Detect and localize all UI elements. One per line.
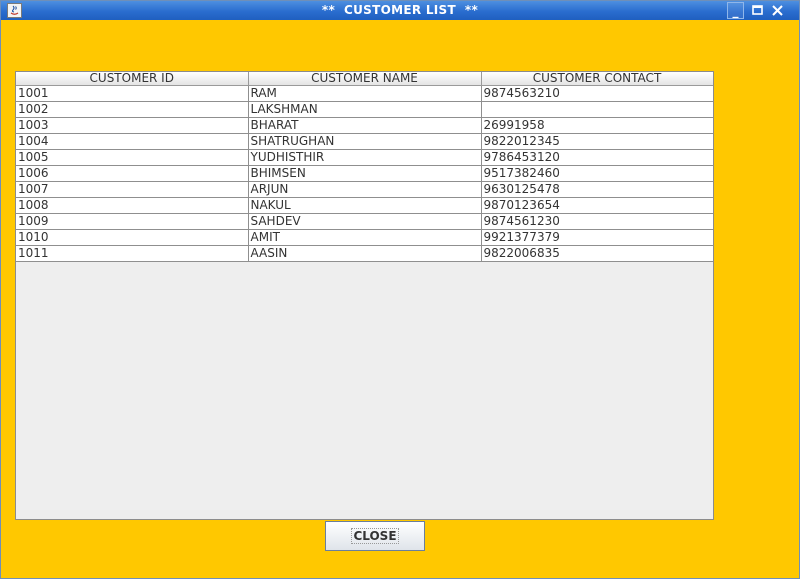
cell-customer-contact[interactable]: 9874561230 (481, 213, 713, 230)
cell-customer-id[interactable]: 1005 (16, 149, 249, 166)
cell-customer-name[interactable]: ARJUN (248, 181, 482, 198)
title-bar[interactable]: ** CUSTOMER LIST ** _ (1, 1, 799, 20)
cell-customer-name[interactable]: BHIMSEN (248, 165, 482, 182)
table-row[interactable]: 1008 NAKUL 9870123654 (16, 197, 713, 214)
table-row[interactable]: 1003 BHARAT 26991958 (16, 117, 713, 134)
cell-customer-id[interactable]: 1007 (16, 181, 249, 198)
minimize-icon[interactable]: _ (727, 2, 744, 19)
cell-customer-contact[interactable]: 9874563210 (481, 85, 713, 102)
cell-customer-name[interactable]: LAKSHMAN (248, 101, 482, 118)
cell-customer-name[interactable]: AASIN (248, 245, 482, 262)
cell-customer-name[interactable]: RAM (248, 85, 482, 102)
cell-customer-id[interactable]: 1004 (16, 133, 249, 150)
table-row[interactable]: 1006 BHIMSEN 9517382460 (16, 165, 713, 182)
table-row[interactable]: 1007 ARJUN 9630125478 (16, 181, 713, 198)
table-row[interactable]: 1010 AMIT 9921377379 (16, 229, 713, 246)
cell-customer-name[interactable]: BHARAT (248, 117, 482, 134)
maximize-square-icon (752, 5, 763, 15)
maximize-icon[interactable] (749, 2, 766, 19)
table-row[interactable]: 1002 LAKSHMAN (16, 101, 713, 118)
table-row[interactable]: 1005 YUDHISTHIR 9786453120 (16, 149, 713, 166)
cell-customer-id[interactable]: 1011 (16, 245, 249, 262)
cell-customer-contact[interactable]: 9870123654 (481, 197, 713, 214)
window-title: ** CUSTOMER LIST ** (321, 3, 479, 17)
cell-customer-id[interactable]: 1003 (16, 117, 249, 134)
customer-list-window: ** CUSTOMER LIST ** _ CUSTOMER ID CUSTOM… (0, 0, 800, 579)
customer-table-scrollpane[interactable]: CUSTOMER ID CUSTOMER NAME CUSTOMER CONTA… (15, 71, 714, 520)
table-row[interactable]: 1001 RAM 9874563210 (16, 85, 713, 102)
table-row[interactable]: 1004 SHATRUGHAN 9822012345 (16, 133, 713, 150)
cell-customer-name[interactable]: NAKUL (248, 197, 482, 214)
cell-customer-id[interactable]: 1010 (16, 229, 249, 246)
cell-customer-id[interactable]: 1002 (16, 101, 249, 118)
cell-customer-name[interactable]: SHATRUGHAN (248, 133, 482, 150)
column-header-customer-id[interactable]: CUSTOMER ID (16, 72, 249, 86)
table-row[interactable]: 1011 AASIN 9822006835 (16, 245, 713, 262)
table-row[interactable]: 1009 SAHDEV 9874561230 (16, 213, 713, 230)
cell-customer-contact[interactable]: 9921377379 (481, 229, 713, 246)
cell-customer-id[interactable]: 1009 (16, 213, 249, 230)
cell-customer-contact[interactable]: 26991958 (481, 117, 713, 134)
column-header-customer-contact[interactable]: CUSTOMER CONTACT (481, 72, 713, 86)
cell-customer-name[interactable]: SAHDEV (248, 213, 482, 230)
cell-customer-id[interactable]: 1006 (16, 165, 249, 182)
customer-table[interactable]: CUSTOMER ID CUSTOMER NAME CUSTOMER CONTA… (16, 72, 713, 262)
close-button[interactable]: CLOSE (325, 521, 425, 551)
close-window-icon[interactable] (769, 2, 786, 19)
cell-customer-name[interactable]: YUDHISTHIR (248, 149, 482, 166)
cell-customer-name[interactable]: AMIT (248, 229, 482, 246)
cell-customer-id[interactable]: 1001 (16, 85, 249, 102)
close-button-label: CLOSE (351, 528, 399, 544)
cell-customer-contact[interactable]: 9517382460 (481, 165, 713, 182)
cell-customer-contact[interactable]: 9630125478 (481, 181, 713, 198)
cell-customer-id[interactable]: 1008 (16, 197, 249, 214)
cell-customer-contact[interactable]: 9786453120 (481, 149, 713, 166)
table-header-row: CUSTOMER ID CUSTOMER NAME CUSTOMER CONTA… (16, 72, 713, 86)
cell-customer-contact[interactable] (481, 101, 713, 118)
cell-customer-contact[interactable]: 9822012345 (481, 133, 713, 150)
cell-customer-contact[interactable]: 9822006835 (481, 245, 713, 262)
column-header-customer-name[interactable]: CUSTOMER NAME (248, 72, 482, 86)
close-x-icon (772, 5, 783, 16)
